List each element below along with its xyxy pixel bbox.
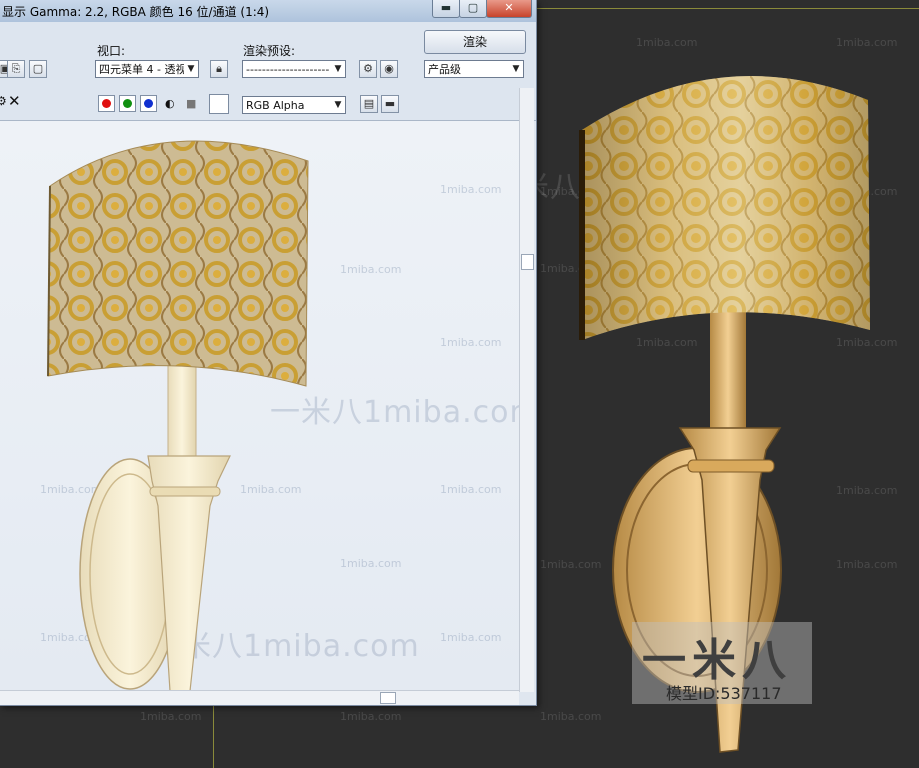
watermark: 1miba.com <box>440 631 502 644</box>
watermark: 1miba.com <box>140 710 202 723</box>
safe-frame-guide-vertical <box>213 705 214 768</box>
clone-frame-icon[interactable]: ▢ <box>29 60 47 78</box>
clear-icon[interactable]: ✕ <box>8 92 21 110</box>
rendered-lamp-image <box>47 140 309 690</box>
scrollbar-thumb[interactable] <box>380 692 396 704</box>
monochrome-icon[interactable]: ■ <box>186 97 196 110</box>
display-channel-select[interactable]: RGB Alpha ▼ <box>242 96 346 114</box>
horizontal-scrollbar[interactable] <box>0 690 519 705</box>
alpha-toggle-icon[interactable]: ◐ <box>165 97 175 110</box>
toggle-ui-overlay-icon[interactable]: ▤ <box>360 95 378 113</box>
watermark: 1miba.com <box>440 183 502 196</box>
blue-dot-icon <box>144 99 153 108</box>
safe-frame-guide <box>535 8 919 9</box>
render-quality-select[interactable]: 产品级 ▼ <box>424 60 524 78</box>
copy-image-icon[interactable]: ⎘ <box>7 60 25 78</box>
viewport-select[interactable]: 四元菜单 4 - 透视 ▼ <box>95 60 199 78</box>
render-preset-select[interactable]: --------------------- ▼ <box>242 60 346 78</box>
close-button[interactable]: ✕ <box>486 0 532 18</box>
background-color-swatch[interactable] <box>209 94 229 114</box>
window-titlebar[interactable]: 显示 Gamma: 2.2, RGBA 颜色 16 位/通道 (1:4) ▬ ▢… <box>0 0 536 22</box>
green-channel-toggle[interactable] <box>119 95 136 112</box>
red-channel-toggle[interactable] <box>98 95 115 112</box>
render-preset-label: 渲染预设: <box>243 44 296 58</box>
model-id-label: 模型ID:537117 <box>666 684 782 703</box>
red-dot-icon <box>102 99 111 108</box>
toggle-ui-icon[interactable]: ▬ <box>381 95 399 113</box>
render-image-area[interactable]: 1miba.com 1miba.com 1miba.com 1miba.com … <box>0 121 519 690</box>
window-title: 显示 Gamma: 2.2, RGBA 颜色 16 位/通道 (1:4) <box>2 5 270 19</box>
chevron-down-icon: ▼ <box>509 61 523 77</box>
watermark: 1miba.com <box>440 483 502 496</box>
watermark: 1miba.com <box>440 336 502 349</box>
blue-channel-toggle[interactable] <box>140 95 157 112</box>
vertical-scrollbar[interactable] <box>519 88 534 692</box>
render-button[interactable]: 渲染 <box>424 30 526 54</box>
render-setup-icon[interactable]: ⚙ <box>359 60 377 78</box>
watermark: 1miba.com <box>340 710 402 723</box>
chevron-down-icon: ▼ <box>331 97 345 113</box>
lock-icon[interactable]: 🔒︎ <box>210 60 228 78</box>
chevron-down-icon: ▼ <box>184 61 198 77</box>
rendered-frame-window[interactable]: 显示 Gamma: 2.2, RGBA 颜色 16 位/通道 (1:4) ▬ ▢… <box>0 0 537 706</box>
site-logo: 一米八 <box>642 635 792 686</box>
environment-icon[interactable]: ◉ <box>380 60 398 78</box>
minimize-button[interactable]: ▬ <box>432 0 460 18</box>
maximize-button[interactable]: ▢ <box>459 0 487 18</box>
model-id-stamp: 一米八 模型ID:537117 <box>632 622 812 704</box>
render-toolbar: ▣ ⎘ ▢ 视口: 四元菜单 4 - 透视 ▼ 🔒︎ 渲染预设: -------… <box>0 22 536 86</box>
scrollbar-thumb[interactable] <box>521 254 534 270</box>
watermark: 1miba.com <box>340 263 402 276</box>
tracking-icon[interactable]: ⚙ <box>0 94 7 108</box>
green-dot-icon <box>123 99 132 108</box>
viewport-label: 视口: <box>97 44 126 58</box>
chevron-down-icon: ▼ <box>331 61 345 77</box>
watermark: 1miba.com <box>340 557 402 570</box>
